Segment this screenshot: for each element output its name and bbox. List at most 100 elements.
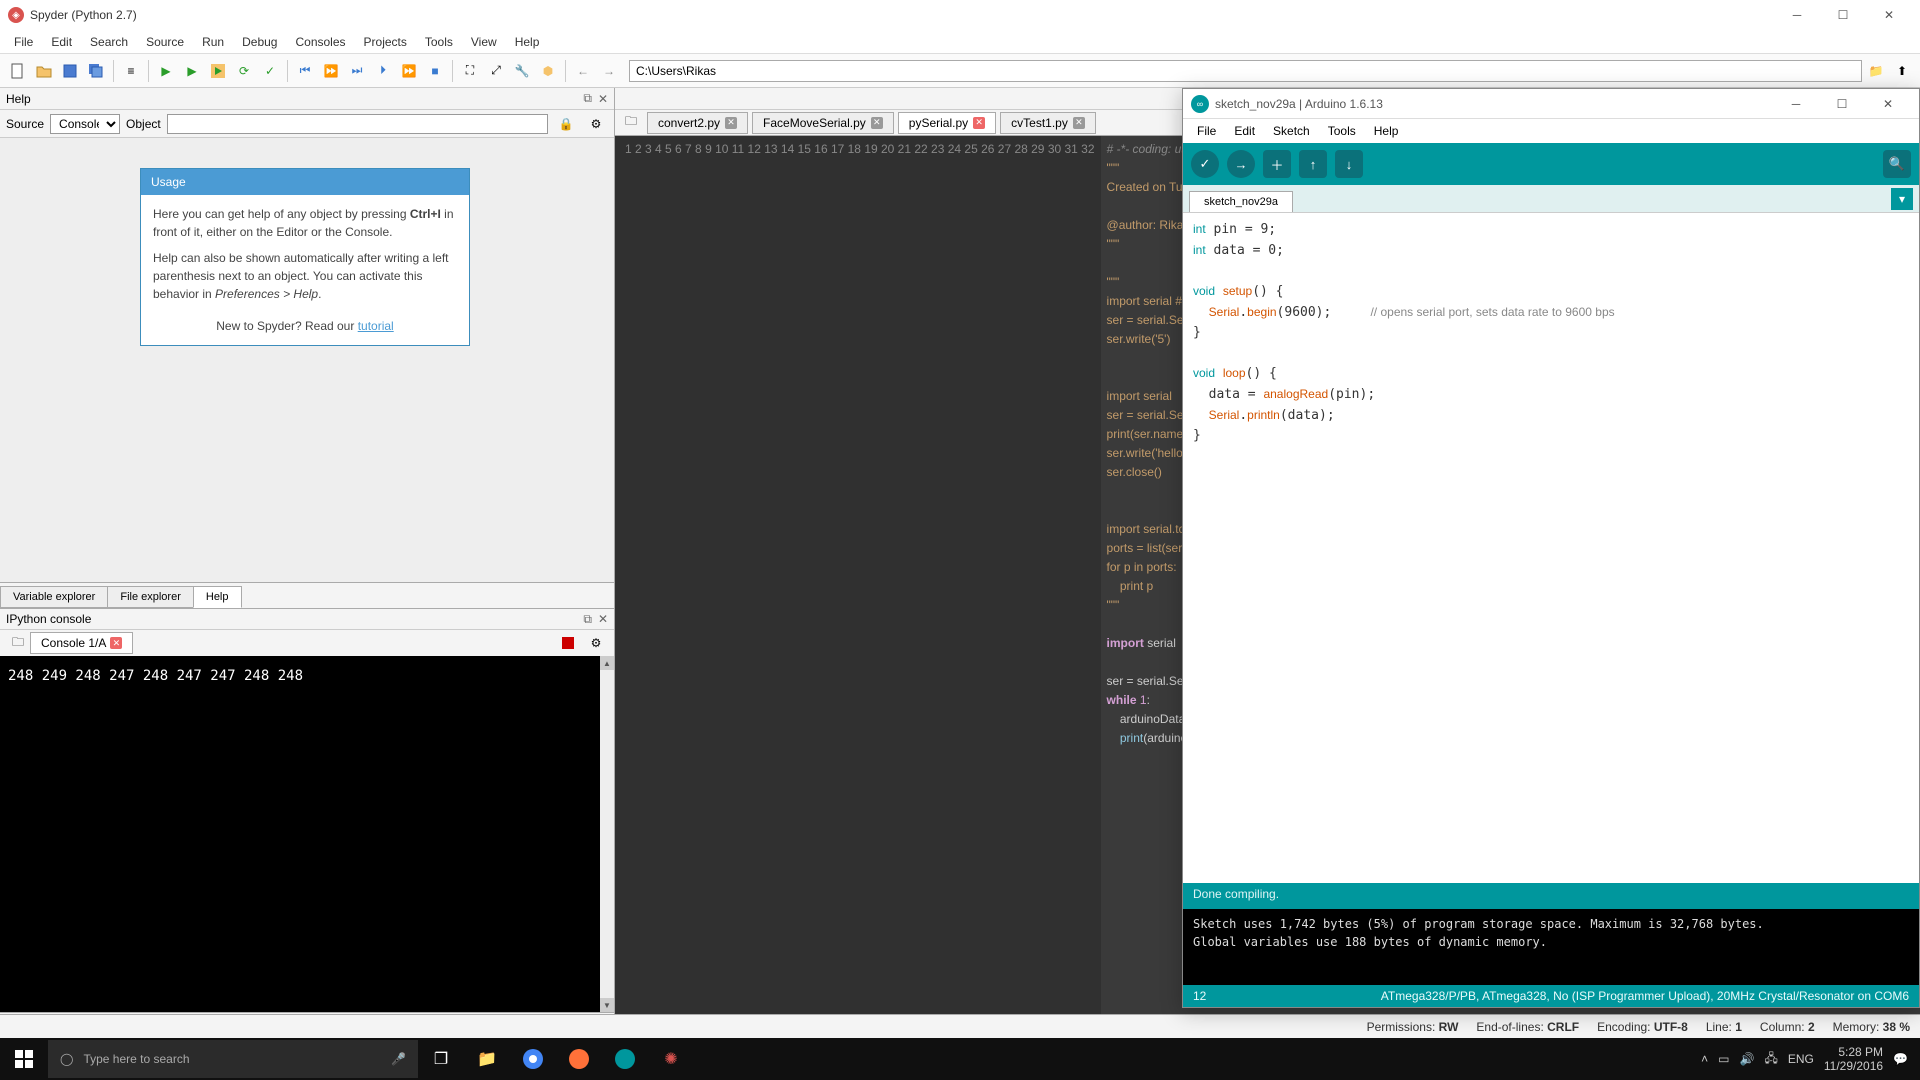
close-tab-icon[interactable]: ✕ bbox=[871, 117, 883, 129]
step-out-icon[interactable]: ⏭ bbox=[345, 59, 369, 83]
maximize-pane-icon[interactable]: ⛶ bbox=[458, 59, 482, 83]
scroll-up-icon[interactable]: ▲ bbox=[600, 656, 614, 670]
editor-folder-icon[interactable]: 🗀 bbox=[619, 111, 643, 135]
arduino-code[interactable]: int pin = 9; int data = 0; void setup() … bbox=[1183, 213, 1919, 883]
console-output[interactable]: 248 249 248 247 248 247 247 248 248 bbox=[0, 656, 600, 1012]
debug-icon[interactable]: ⟳ bbox=[232, 59, 256, 83]
arduino-close-button[interactable]: ✕ bbox=[1865, 90, 1911, 118]
run-cell-icon[interactable]: ▶ bbox=[180, 59, 204, 83]
continue-icon[interactable]: ⏵ bbox=[371, 59, 395, 83]
menu-consoles[interactable]: Consoles bbox=[287, 33, 353, 51]
stop-icon[interactable]: ✓ bbox=[258, 59, 282, 83]
minimize-button[interactable]: ─ bbox=[1774, 1, 1820, 29]
spyder-task-icon[interactable]: ✺ bbox=[648, 1038, 694, 1080]
list-icon[interactable]: ≡ bbox=[119, 59, 143, 83]
chrome-icon[interactable] bbox=[510, 1038, 556, 1080]
volume-icon[interactable]: 🔊 bbox=[1740, 1052, 1755, 1066]
step-in-icon[interactable]: ⏮ bbox=[293, 59, 317, 83]
menu-file[interactable]: File bbox=[6, 33, 41, 51]
scroll-down-icon[interactable]: ▼ bbox=[600, 998, 614, 1012]
fullscreen-icon[interactable]: ⤢ bbox=[484, 59, 508, 83]
firefox-icon[interactable] bbox=[556, 1038, 602, 1080]
pythonpath-icon[interactable]: ⬢ bbox=[536, 59, 560, 83]
new-file-icon[interactable] bbox=[6, 59, 30, 83]
undock-console-icon[interactable]: ⧉ bbox=[583, 612, 592, 627]
menu-run[interactable]: Run bbox=[194, 33, 232, 51]
tab-menu-icon[interactable]: ▾ bbox=[1891, 188, 1913, 210]
mic-icon[interactable]: 🎤 bbox=[391, 1052, 406, 1066]
menu-view[interactable]: View bbox=[463, 33, 505, 51]
close-tab-icon[interactable]: ✕ bbox=[725, 117, 737, 129]
stop-debug-icon[interactable]: ■ bbox=[423, 59, 447, 83]
step-over-icon[interactable]: ⏩ bbox=[319, 59, 343, 83]
arduino-menu-file[interactable]: File bbox=[1189, 122, 1224, 140]
close-tab-icon[interactable]: ✕ bbox=[1073, 117, 1085, 129]
editor-tab[interactable]: convert2.py✕ bbox=[647, 112, 748, 134]
verify-icon[interactable]: ✓ bbox=[1191, 150, 1219, 178]
arduino-menu-tools[interactable]: Tools bbox=[1320, 122, 1364, 140]
nav-back-icon[interactable]: ← bbox=[571, 59, 595, 83]
explorer-icon[interactable]: 📁 bbox=[464, 1038, 510, 1080]
menu-projects[interactable]: Projects bbox=[356, 33, 415, 51]
close-pane-icon[interactable]: ✕ bbox=[598, 92, 608, 106]
run-icon[interactable]: ▶ bbox=[154, 59, 178, 83]
browse-folder-icon[interactable]: 📁 bbox=[1864, 59, 1888, 83]
search-box[interactable]: ◯ Type here to search 🎤 bbox=[48, 1040, 418, 1078]
new-sketch-icon[interactable]: ＋ bbox=[1263, 150, 1291, 178]
parent-folder-icon[interactable]: ⬆ bbox=[1890, 59, 1914, 83]
arduino-task-icon[interactable] bbox=[602, 1038, 648, 1080]
arduino-menu-help[interactable]: Help bbox=[1366, 122, 1407, 140]
gear-icon[interactable]: ⚙ bbox=[584, 112, 608, 136]
arduino-max-button[interactable]: ☐ bbox=[1819, 90, 1865, 118]
scrollbar-track[interactable] bbox=[600, 670, 614, 998]
run-selection-icon[interactable] bbox=[206, 59, 230, 83]
editor-tab[interactable]: pySerial.py✕ bbox=[898, 112, 996, 134]
menu-tools[interactable]: Tools bbox=[417, 33, 461, 51]
close-console-icon[interactable]: ✕ bbox=[598, 612, 608, 626]
tray-chevron-icon[interactable]: ˄ bbox=[1701, 1052, 1708, 1066]
console-gear-icon[interactable]: ⚙ bbox=[584, 631, 608, 655]
save-all-icon[interactable] bbox=[84, 59, 108, 83]
maximize-button[interactable]: ☐ bbox=[1820, 1, 1866, 29]
open-sketch-icon[interactable]: ↑ bbox=[1299, 150, 1327, 178]
close-button[interactable]: ✕ bbox=[1866, 1, 1912, 29]
upload-icon[interactable]: → bbox=[1227, 150, 1255, 178]
lang-indicator[interactable]: ENG bbox=[1788, 1052, 1814, 1066]
editor-tab[interactable]: FaceMoveSerial.py✕ bbox=[752, 112, 894, 134]
menu-help[interactable]: Help bbox=[507, 33, 548, 51]
console-folder-icon[interactable]: 🗀 bbox=[6, 631, 30, 655]
network-icon[interactable]: 🖧 bbox=[1764, 1049, 1777, 1070]
object-input[interactable] bbox=[167, 114, 548, 134]
battery-icon[interactable]: ▭ bbox=[1718, 1052, 1729, 1066]
source-select[interactable]: Console bbox=[50, 114, 120, 134]
preferences-icon[interactable]: 🔧 bbox=[510, 59, 534, 83]
clock[interactable]: 5:28 PM 11/29/2016 bbox=[1824, 1045, 1883, 1073]
tab-help[interactable]: Help bbox=[193, 586, 242, 608]
continue2-icon[interactable]: ⏩ bbox=[397, 59, 421, 83]
arduino-menu-edit[interactable]: Edit bbox=[1226, 122, 1263, 140]
menu-edit[interactable]: Edit bbox=[43, 33, 80, 51]
menu-search[interactable]: Search bbox=[82, 33, 136, 51]
tab-variable-explorer[interactable]: Variable explorer bbox=[0, 586, 108, 608]
undock-icon[interactable]: ⧉ bbox=[583, 91, 592, 106]
save-icon[interactable] bbox=[58, 59, 82, 83]
tutorial-link[interactable]: tutorial bbox=[358, 319, 394, 333]
close-tab-icon[interactable]: ✕ bbox=[110, 637, 122, 649]
start-button[interactable] bbox=[0, 1038, 48, 1080]
menu-debug[interactable]: Debug bbox=[234, 33, 285, 51]
nav-fwd-icon[interactable]: → bbox=[597, 59, 621, 83]
open-file-icon[interactable] bbox=[32, 59, 56, 83]
path-input[interactable] bbox=[629, 60, 1862, 82]
save-sketch-icon[interactable]: ↓ bbox=[1335, 150, 1363, 178]
taskview-icon[interactable]: ❐ bbox=[418, 1038, 464, 1080]
serial-monitor-icon[interactable]: 🔍 bbox=[1883, 150, 1911, 178]
tab-file-explorer[interactable]: File explorer bbox=[107, 586, 194, 608]
editor-tab[interactable]: cvTest1.py✕ bbox=[1000, 112, 1096, 134]
stop-kernel-icon[interactable] bbox=[562, 637, 574, 649]
sketch-tab[interactable]: sketch_nov29a bbox=[1189, 191, 1293, 212]
arduino-min-button[interactable]: ─ bbox=[1773, 90, 1819, 118]
arduino-menu-sketch[interactable]: Sketch bbox=[1265, 122, 1318, 140]
close-tab-icon[interactable]: ✕ bbox=[973, 117, 985, 129]
lock-icon[interactable]: 🔒 bbox=[554, 112, 578, 136]
menu-source[interactable]: Source bbox=[138, 33, 192, 51]
